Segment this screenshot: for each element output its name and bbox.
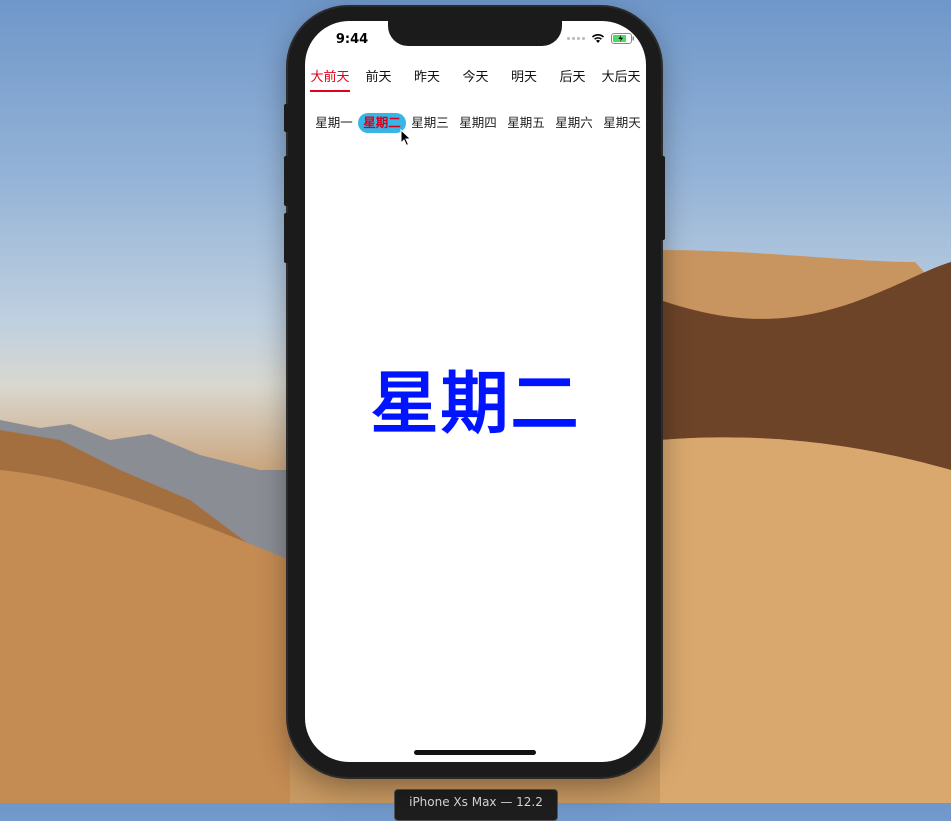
tab-day-after-tomorrow-2[interactable]: 大后天 [599,64,643,92]
tab-yesterday[interactable]: 昨天 [405,64,449,92]
status-time: 9:44 [335,32,369,47]
tab-today[interactable]: 今天 [454,64,498,92]
weekday-tab-wednesday[interactable]: 星期三 [406,113,454,133]
tab-day-after-tomorrow[interactable]: 后天 [551,64,595,92]
simulator-device-label: iPhone Xs Max — 12.2 [394,789,558,821]
signal-icon [567,37,585,40]
wifi-icon [591,34,605,43]
mute-switch [284,104,289,132]
weekday-tab-sunday[interactable]: 星期天 [598,113,646,133]
volume-up-button [284,156,289,206]
day-tab-bar: 大前天 前天 昨天 今天 明天 后天 大后天 [305,64,646,92]
tab-day-before-yesterday-2[interactable]: 大前天 [308,64,352,92]
weekday-tab-thursday[interactable]: 星期四 [454,113,502,133]
power-button [660,156,665,240]
weekday-tab-saturday[interactable]: 星期六 [550,113,598,133]
status-icons [567,33,635,44]
weekday-tab-friday[interactable]: 星期五 [502,113,550,133]
weekday-tab-bar: 星期一 星期二 星期三 星期四 星期五 星期六 星期天 [310,113,646,135]
battery-icon [611,33,634,44]
mouse-pointer-icon [400,129,412,147]
tab-day-before-yesterday[interactable]: 前天 [357,64,401,92]
weekday-tab-monday[interactable]: 星期一 [310,113,358,133]
weekday-tab-tuesday[interactable]: 星期二 [358,113,406,133]
home-indicator[interactable] [414,750,536,755]
page-title: 星期二 [370,365,581,444]
volume-down-button [284,213,289,263]
tab-tomorrow[interactable]: 明天 [502,64,546,92]
app-screen: 9:44 大前天 前天 昨天 今天 明天 后天 大后天 星期一 星期二 星期三 … [305,21,646,762]
notch [388,21,562,46]
